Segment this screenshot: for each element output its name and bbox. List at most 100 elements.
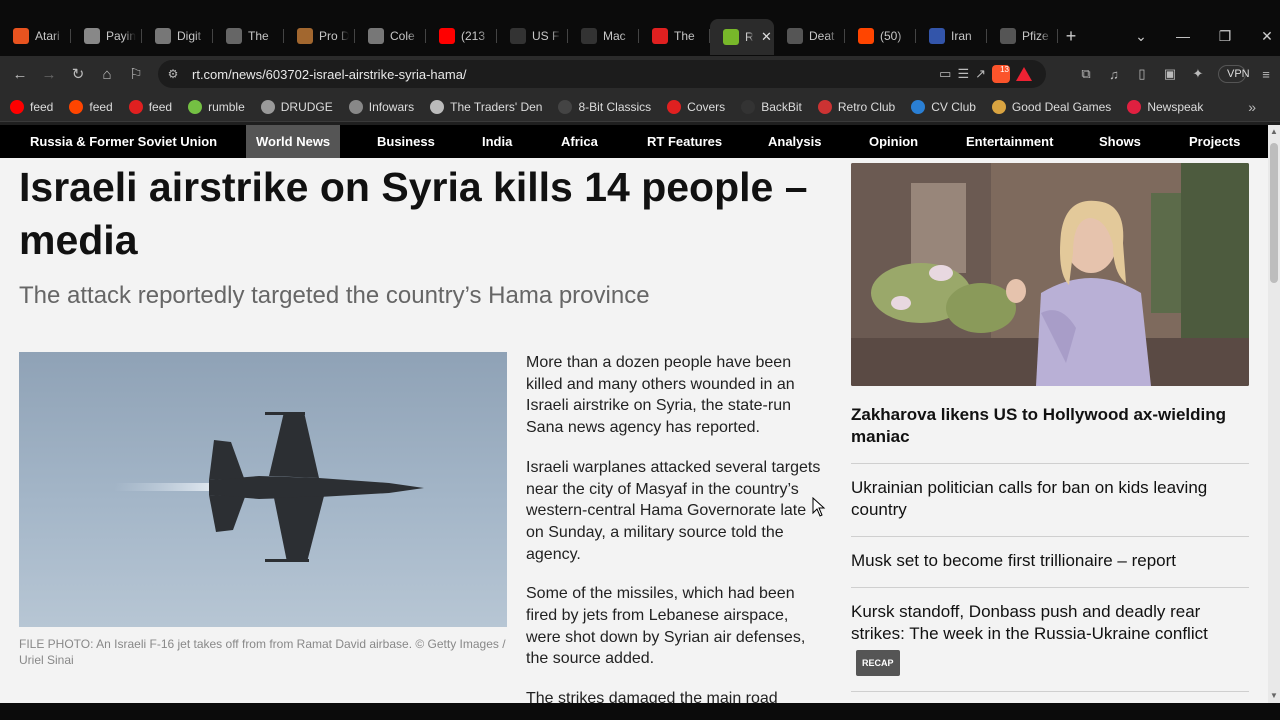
sidebar-story-title: Ukrainian politician calls for ban on ki… <box>851 478 1208 519</box>
bookmark-item[interactable]: feed <box>10 99 53 114</box>
bookmark-item[interactable]: CV Club <box>911 99 976 114</box>
url-text[interactable]: rt.com/news/603702-israel-airstrike-syri… <box>192 67 467 82</box>
bookmark-favicon-icon <box>911 99 926 114</box>
nav-item[interactable]: Africa <box>561 125 598 158</box>
tab-title: RT <box>745 30 753 44</box>
address-bar[interactable]: ⚙ rt.com/news/603702-israel-airstrike-sy… <box>158 60 1046 88</box>
sidebar-icon[interactable]: ▯ <box>1128 66 1156 82</box>
bookmark-item[interactable]: Infowars <box>348 99 415 114</box>
minimize-icon[interactable]: — <box>1162 28 1204 44</box>
scroll-down-icon[interactable]: ▼ <box>1269 691 1279 701</box>
nav-item[interactable]: Business <box>377 125 435 158</box>
e-icon <box>13 28 29 44</box>
article-body: More than a dozen people have been kille… <box>526 352 826 703</box>
youtube-icon <box>439 28 455 44</box>
tab-10[interactable]: RT ✕ <box>710 19 774 55</box>
tab-7[interactable]: US F <box>497 17 568 55</box>
tab-title: US F <box>532 29 560 43</box>
bookmark-item[interactable]: Retro Club <box>817 99 896 114</box>
tab-11[interactable]: Deat <box>774 17 845 55</box>
tab-5[interactable]: Cole <box>355 17 426 55</box>
window-bottom-edge <box>0 703 1280 720</box>
wallet-icon[interactable]: ▣ <box>1156 66 1184 82</box>
tab-4[interactable]: Pro D <box>284 17 355 55</box>
globe-icon <box>510 28 526 44</box>
bookmark-favicon-icon <box>667 99 682 114</box>
bookmark-item[interactable]: feed <box>69 99 113 114</box>
sidebar-list: Ukrainian politician calls for ban on ki… <box>851 464 1249 703</box>
share-icon[interactable]: ↗ <box>975 66 986 82</box>
bookmark-label: Retro Club <box>837 99 896 114</box>
featured-photo[interactable] <box>851 163 1249 386</box>
bookmark-item[interactable]: DRUDGE <box>260 99 333 114</box>
nav-item[interactable]: Shows <box>1099 125 1141 158</box>
bookmark-favicon-icon <box>991 99 1006 114</box>
scroll-up-icon[interactable]: ▲ <box>1269 127 1279 137</box>
tab-8[interactable]: Mac <box>568 17 639 55</box>
media-icon[interactable]: ♫ <box>1100 67 1128 82</box>
restore-icon[interactable]: ❐ <box>1204 28 1246 45</box>
brave-shields-icon[interactable]: 13 <box>992 65 1010 83</box>
scroll-thumb[interactable] <box>1270 143 1278 283</box>
nav-item[interactable]: India <box>482 125 512 158</box>
tab-14[interactable]: Pfize <box>987 17 1058 55</box>
extensions-area: ⧉ ♫ ▯ ▣ ✦ VPN ≡ <box>1072 56 1280 92</box>
bookmark-item[interactable]: Covers <box>667 99 725 114</box>
tab-12[interactable]: (50) <box>845 17 916 55</box>
back-icon[interactable]: ← <box>6 60 34 88</box>
tab-3[interactable]: The <box>213 17 284 55</box>
nav-item[interactable]: Russia & Former Soviet Union <box>30 125 217 158</box>
tab-strip: Atari Paying Digit The Pro D Cole (213 US F Mac T… <box>0 0 1280 56</box>
nav-item[interactable]: Opinion <box>869 125 918 158</box>
tab-1[interactable]: Paying <box>71 17 142 55</box>
bookmark-item[interactable]: Newspeak <box>1127 99 1203 114</box>
forward-icon[interactable]: → <box>35 60 63 88</box>
sidebar-story[interactable]: Zakharova calls Hollywood ax-wielding US <box>851 692 1249 703</box>
bookmark-item[interactable]: Good Deal Games <box>991 99 1111 114</box>
reload-icon[interactable]: ↻ <box>64 60 92 88</box>
sidebar: Zakharova likens US to Hollywood ax-wiel… <box>851 163 1249 703</box>
nav-item[interactable]: Projects <box>1189 125 1240 158</box>
bookmark-label: CV Club <box>931 99 976 114</box>
bookmark-item[interactable]: feed <box>128 99 172 114</box>
new-tab-button[interactable]: + <box>1056 21 1086 51</box>
tab-2[interactable]: Digit <box>142 17 213 55</box>
home-icon[interactable]: ⌂ <box>93 60 121 88</box>
nav-item[interactable]: World News <box>246 125 341 158</box>
reader-icon[interactable]: ☰ <box>957 66 969 82</box>
brave-rewards-icon[interactable] <box>1016 67 1032 81</box>
nav-item[interactable]: RT Features <box>647 125 722 158</box>
more-bookmarks-icon[interactable]: » <box>1248 99 1256 115</box>
cast-icon[interactable]: ▭ <box>939 66 951 82</box>
jet-illustration <box>114 412 424 562</box>
bookmark-label: 8-Bit Classics <box>578 99 652 114</box>
tab-13[interactable]: Iran <box>916 17 987 55</box>
tab-0[interactable]: Atari <box>0 17 71 55</box>
sidebar-story[interactable]: Musk set to become first trillionaire – … <box>851 537 1249 588</box>
sidebar-story[interactable]: Ukrainian politician calls for ban on ki… <box>851 464 1249 537</box>
menu-icon[interactable]: ≡ <box>1252 67 1280 82</box>
leo-icon[interactable]: ✦ <box>1184 66 1212 82</box>
close-window-icon[interactable]: ✕ <box>1246 28 1280 45</box>
nav-item[interactable]: Entertainment <box>966 125 1053 158</box>
nav-item[interactable]: Analysis <box>768 125 821 158</box>
bookmark-item[interactable]: The Traders' Den <box>430 99 542 114</box>
close-tab-icon[interactable]: ✕ <box>761 29 772 45</box>
sidebar-story[interactable]: Kursk standoff, Donbass push and deadly … <box>851 588 1249 692</box>
bookmark-item[interactable]: 8-Bit Classics <box>558 99 652 114</box>
page-scrollbar[interactable]: ▲ ▼ <box>1268 125 1280 703</box>
tab-search-icon[interactable]: ⌄ <box>1120 28 1162 45</box>
site-info-icon[interactable]: ⚙ <box>158 67 188 81</box>
bookmark-item[interactable]: BackBit <box>741 99 802 114</box>
tab-6[interactable]: (213 <box>426 17 497 55</box>
featured-headline[interactable]: Zakharova likens US to Hollywood ax-wiel… <box>851 404 1249 464</box>
tab-9[interactable]: The <box>639 17 710 55</box>
bookmark-item[interactable]: rumble <box>188 99 245 114</box>
bookmark-icon[interactable]: ⚐ <box>122 60 150 88</box>
vpn-button[interactable]: VPN <box>1218 65 1250 83</box>
extensions-icon[interactable]: ⧉ <box>1072 66 1100 82</box>
column-icon <box>368 28 384 44</box>
bookmark-label: Infowars <box>368 99 415 114</box>
article-paragraph: Some of the missiles, which had been fir… <box>526 585 806 668</box>
featured-photo-illustration <box>851 163 1249 386</box>
